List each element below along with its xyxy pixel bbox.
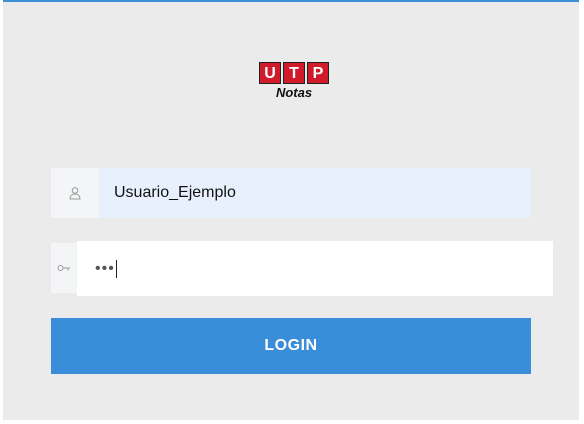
login-panel: U T P Notas ••• LOGIN [3,0,579,420]
logo-letters: U T P [256,62,332,84]
text-caret [115,259,117,278]
key-icon [51,243,77,293]
username-input[interactable] [99,168,531,218]
username-row [51,168,531,218]
user-icon [51,168,99,218]
password-row: ••• [51,241,553,296]
logo-letter-p: P [307,62,329,84]
password-input[interactable]: ••• [77,241,553,296]
utp-logo: U T P Notas [256,62,332,102]
login-button[interactable]: LOGIN [51,318,531,374]
logo-letter-u: U [259,62,281,84]
logo-subtitle: Notas [275,85,313,100]
password-masked-value: ••• [95,259,115,277]
logo-letter-t: T [283,62,305,84]
